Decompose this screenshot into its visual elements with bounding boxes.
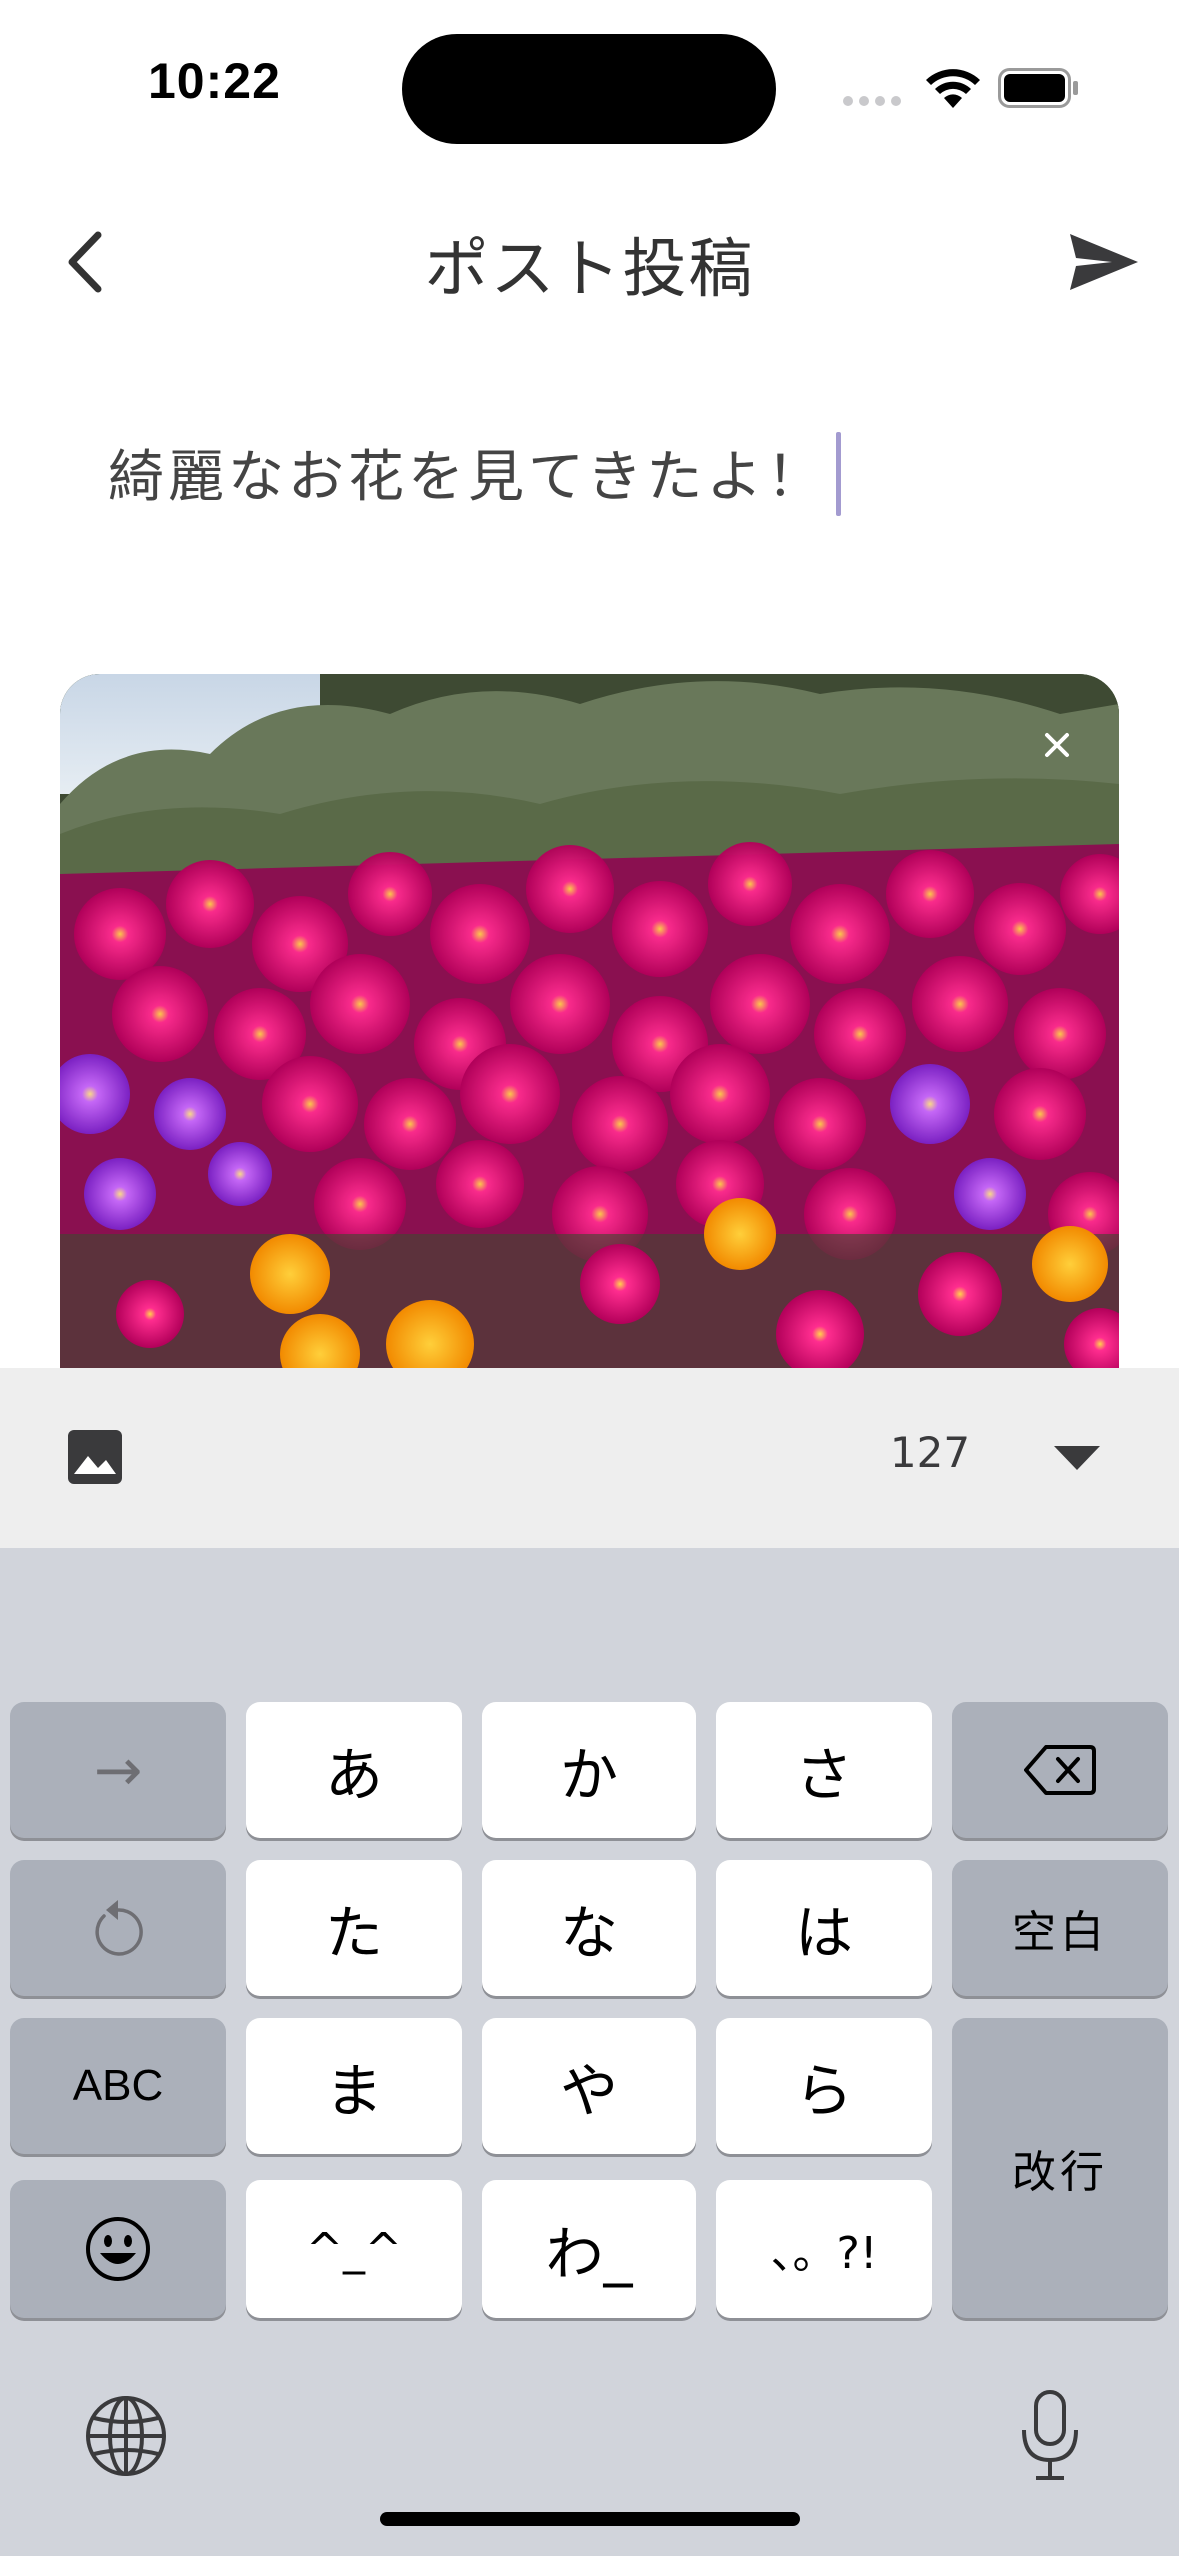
key-sa[interactable]: さ: [716, 1702, 932, 1838]
key-space[interactable]: 空白: [952, 1860, 1168, 1996]
compose-toolbar: [0, 1368, 1179, 1548]
key-label: あ: [324, 1741, 383, 1809]
key-label: ^_^: [306, 2223, 402, 2275]
key-label: さ: [794, 1741, 853, 1809]
key-ha[interactable]: は: [716, 1860, 932, 1996]
key-label: 空白: [1012, 1907, 1108, 1958]
globe-icon: [86, 2396, 166, 2476]
microphone-icon: [1022, 2390, 1078, 2480]
attached-photo: [60, 674, 1119, 1374]
post-text-field[interactable]: 綺麗なお花を見てきたよ！: [108, 431, 842, 516]
send-button[interactable]: [1066, 224, 1142, 300]
key-kaomoji[interactable]: ^_^: [246, 2180, 462, 2318]
emoji-icon: [86, 2217, 150, 2281]
key-ra[interactable]: ら: [716, 2018, 932, 2154]
send-icon: [1070, 234, 1138, 290]
key-ya[interactable]: や: [482, 2018, 696, 2154]
key-emoji[interactable]: [10, 2180, 226, 2318]
page-title: ポスト投稿: [424, 233, 755, 307]
key-ta[interactable]: た: [246, 1860, 462, 1996]
remove-image-button[interactable]: [1030, 718, 1084, 772]
key-label: わ_: [545, 2220, 633, 2288]
backspace-icon: [1024, 1745, 1096, 1795]
key-label: や: [559, 2057, 618, 2125]
key-delete[interactable]: [952, 1702, 1168, 1838]
key-label: ら: [794, 2057, 853, 2125]
key-ma[interactable]: ま: [246, 2018, 462, 2154]
key-label: 改行: [1012, 2147, 1108, 2198]
key-label: ま: [324, 2057, 383, 2125]
key-ka[interactable]: か: [482, 1702, 696, 1838]
key-abc[interactable]: ABC: [10, 2018, 226, 2154]
key-a[interactable]: あ: [246, 1702, 462, 1838]
triangle-down-icon: [1054, 1446, 1100, 1470]
home-indicator[interactable]: [380, 2512, 800, 2526]
key-label: →: [93, 1736, 143, 1804]
cellular-signal-icon: [843, 96, 903, 106]
key-return[interactable]: 改行: [952, 2018, 1168, 2318]
post-text: 綺麗なお花を見てきたよ！: [108, 445, 827, 510]
key-label: た: [324, 1899, 383, 1967]
undo-icon: [95, 1900, 143, 1956]
key-punctuation[interactable]: 、。?!: [716, 2180, 932, 2318]
dictation-button[interactable]: [1018, 2388, 1082, 2484]
key-label: か: [559, 1741, 618, 1809]
key-wa[interactable]: わ_: [482, 2180, 696, 2318]
status-time: 10:22: [148, 53, 281, 109]
key-next-candidate[interactable]: →: [10, 1702, 226, 1838]
image-picker-button[interactable]: [66, 1428, 124, 1486]
switch-keyboard-button[interactable]: [84, 2394, 168, 2478]
key-na[interactable]: な: [482, 1860, 696, 1996]
text-cursor: [836, 431, 842, 516]
key-undo[interactable]: [10, 1860, 226, 1996]
battery-icon: [998, 68, 1078, 108]
key-label: な: [559, 1899, 618, 1967]
image-icon: [68, 1430, 122, 1484]
hide-keyboard-button[interactable]: [1050, 1440, 1104, 1476]
dynamic-island: [402, 34, 776, 144]
wifi-icon: [926, 69, 980, 108]
close-icon: [1045, 733, 1069, 757]
key-label: ABC: [72, 2061, 164, 2110]
key-label: は: [794, 1899, 853, 1967]
char-count: 127: [889, 1428, 971, 1477]
key-label: 、。?!: [770, 2228, 878, 2279]
